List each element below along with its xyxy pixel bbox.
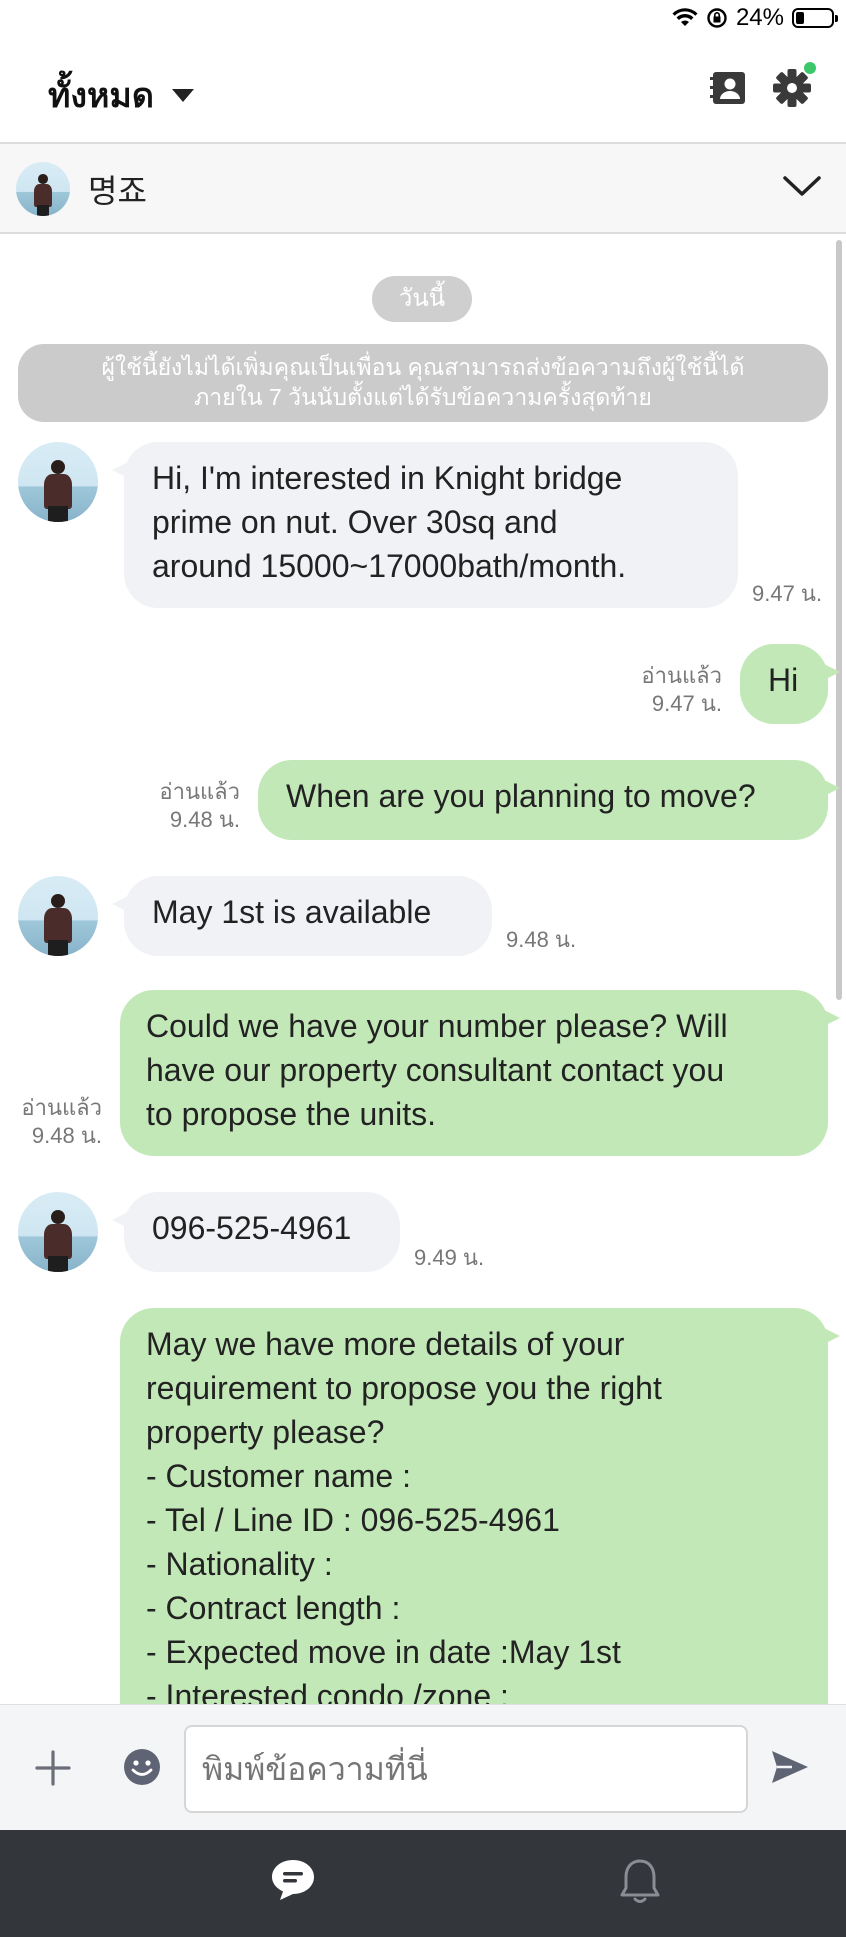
header-title: ทั้งหมด <box>48 77 154 115</box>
outgoing-message[interactable]: Hi <box>740 644 840 724</box>
message-time: 9.47 น. <box>752 581 823 606</box>
avatar[interactable] <box>16 162 70 216</box>
status-bar: 24% <box>0 0 846 38</box>
settings-button[interactable] <box>770 62 816 110</box>
scrollbar[interactable] <box>836 240 842 1000</box>
caret-down-icon <box>171 88 194 102</box>
wifi-icon <box>672 8 698 26</box>
message-time: 9.48 น. <box>31 1123 102 1148</box>
avatar[interactable] <box>18 1192 98 1272</box>
bottom-nav <box>0 1830 846 1937</box>
date-divider: วันนี้ <box>372 276 472 322</box>
read-receipt: อ่านแล้ว 9.48 น. <box>10 1094 102 1150</box>
contact-card-icon <box>710 72 745 104</box>
chat-bubble-icon[interactable] <box>270 1858 316 1902</box>
emoji-icon[interactable] <box>122 1747 162 1787</box>
rotation-lock-icon <box>707 8 727 28</box>
avatar[interactable] <box>18 442 98 522</box>
incoming-message[interactable]: May 1st is available <box>112 876 492 956</box>
read-receipt: อ่านแล้ว 9.47 น. <box>580 662 722 718</box>
battery-percent: 24% <box>735 4 784 31</box>
notice-line-1: ผู้ใช้นี้ยังไม่ได้เพิ่มคุณเป็นเพื่อน คุณ… <box>101 354 745 380</box>
contacts-button[interactable] <box>708 66 752 110</box>
message-time: 9.48 น. <box>506 927 577 952</box>
chat-header[interactable]: 명죠 <box>0 144 846 234</box>
message-input[interactable] <box>184 1725 748 1813</box>
header: ทั้งหมด <box>0 38 846 144</box>
message-time: 9.47 น. <box>651 691 722 716</box>
settings-notification-dot <box>804 62 816 74</box>
input-bar <box>0 1704 846 1831</box>
read-label: อ่านแล้ว <box>641 663 722 688</box>
read-label: อ่านแล้ว <box>159 779 240 804</box>
read-label: อ่านแล้ว <box>21 1095 102 1120</box>
message-list[interactable]: วันนี้ ผู้ใช้นี้ยังไม่ได้เพิ่มคุณเป็นเพื… <box>0 234 846 1704</box>
bell-icon[interactable] <box>618 1858 662 1904</box>
plus-icon[interactable] <box>34 1749 72 1787</box>
send-icon[interactable] <box>770 1749 810 1785</box>
chat-contact-name: 명죠 <box>88 173 147 209</box>
outgoing-message[interactable]: When are you planning to move? <box>258 760 840 840</box>
outgoing-message[interactable]: May we have more details of your require… <box>120 1308 840 1704</box>
message-time: 9.48 น. <box>169 807 240 832</box>
chat-filter-dropdown[interactable]: ทั้งหมด <box>48 68 194 122</box>
message-time: 9.49 น. <box>414 1245 485 1270</box>
outgoing-message[interactable]: Could we have your number please? Will h… <box>120 990 840 1156</box>
avatar[interactable] <box>18 876 98 956</box>
chevron-down-icon[interactable] <box>782 172 822 200</box>
read-receipt: อ่านแล้ว 9.48 น. <box>112 778 240 834</box>
friend-notice: ผู้ใช้นี้ยังไม่ได้เพิ่มคุณเป็นเพื่อน คุณ… <box>18 344 828 422</box>
notice-line-2: ภายใน 7 วันนับตั้งแต่ได้รับข้อความครั้งส… <box>194 384 652 410</box>
battery-icon <box>792 8 838 28</box>
incoming-message[interactable]: Hi, I'm interested in Knight bridge prim… <box>112 442 738 608</box>
incoming-message[interactable]: 096-525-4961 <box>112 1192 400 1272</box>
status-icons: 24% <box>672 4 838 32</box>
